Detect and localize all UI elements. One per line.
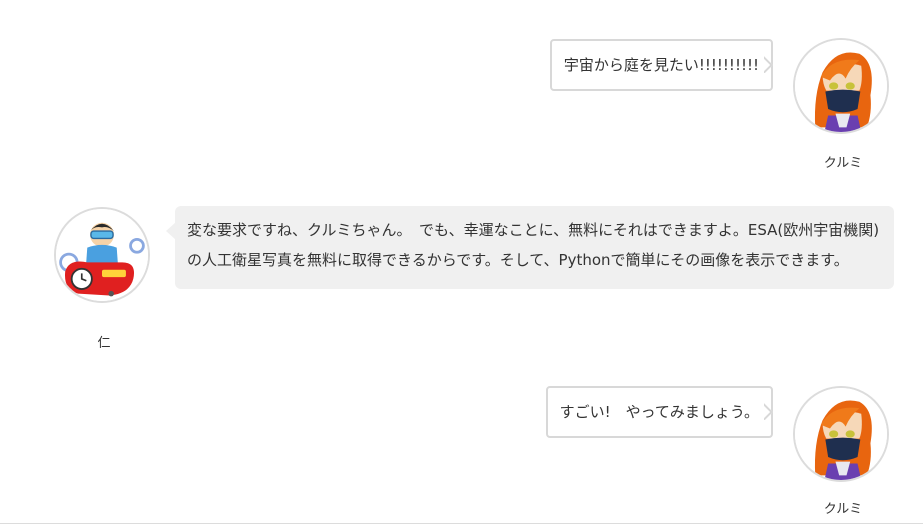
- jin-avatar-icon: [56, 209, 148, 301]
- speech-bubble: 宇宙から庭を見たい!!!!!!!!!!: [549, 39, 773, 91]
- chat-message-kurumi-2: すごい! やってみましょう。 クルミ: [0, 370, 923, 520]
- speaker-name: クルミ: [823, 156, 863, 171]
- kurumi-avatar-icon: [795, 40, 887, 132]
- bubble-tail: [764, 55, 782, 73]
- message-text: 宇宙から庭を見たい!!!!!!!!!!: [563, 56, 759, 74]
- bubble-tail: [166, 222, 176, 240]
- speaker-name: クルミ: [823, 502, 863, 517]
- avatar-jin: [54, 207, 150, 303]
- bubble-tail: [764, 402, 782, 420]
- kurumi-avatar-icon: [795, 388, 887, 480]
- speech-bubble: 変な要求ですね、クルミちゃん。 でも、幸運なことに、無料にそれはできますよ。ES…: [166, 206, 894, 289]
- message-text: 変な要求ですね、クルミちゃん。 でも、幸運なことに、無料にそれはできますよ。ES…: [187, 221, 880, 269]
- avatar-kurumi: [793, 38, 889, 134]
- divider: [0, 523, 923, 524]
- speech-bubble: すごい! やってみましょう。: [545, 386, 773, 438]
- message-text: すごい! やってみましょう。: [559, 403, 759, 421]
- chat-message-kurumi-1: 宇宙から庭を見たい!!!!!!!!!! クルミ: [0, 0, 923, 180]
- speaker-name: 仁: [97, 336, 111, 351]
- avatar-kurumi: [793, 386, 889, 482]
- chat-message-jin: 仁 変な要求ですね、クルミちゃん。 でも、幸運なことに、無料にそれはできますよ。…: [0, 195, 923, 355]
